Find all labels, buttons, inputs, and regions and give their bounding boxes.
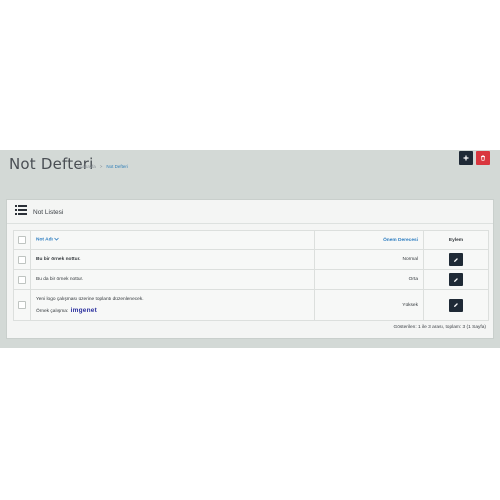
table-header-row: Not Adı Önem Derecesi Eylem — [13, 230, 489, 250]
note-name: Yeni logo çalışması üzerine toplantı düz… — [30, 289, 315, 321]
column-header-action: Eylem — [423, 230, 489, 250]
plus-icon — [463, 155, 469, 161]
list-icon — [15, 205, 27, 215]
app-area: Not Defteri Anasayfa > Not Defteri Not Lis… — [0, 150, 500, 348]
panel-header: Not Listesi — [7, 200, 493, 224]
note-priority: Yüksek — [314, 289, 424, 321]
select-all-checkbox[interactable] — [18, 236, 26, 244]
notes-table: Not Adı Önem Derecesi Eylem Bu bir örnek… — [13, 230, 489, 321]
note-priority: Normal — [314, 249, 424, 270]
row-select-cell — [13, 269, 31, 290]
trash-icon — [481, 155, 485, 161]
row-select-cell — [13, 289, 31, 321]
edit-button[interactable] — [449, 253, 463, 266]
breadcrumb-current[interactable]: Not Defteri — [106, 164, 128, 169]
row-action-cell — [423, 289, 489, 321]
note-example-label: Örnek çalışma: — [36, 308, 69, 314]
edit-button[interactable] — [449, 298, 463, 312]
breadcrumb-home[interactable]: Anasayfa — [77, 164, 96, 169]
row-checkbox[interactable] — [18, 301, 26, 309]
column-header-priority[interactable]: Önem Derecesi — [314, 230, 424, 250]
table-row: Bu da bir örnek nottur. Orta — [13, 269, 489, 290]
row-action-cell — [423, 269, 489, 290]
breadcrumb: Anasayfa > Not Defteri — [77, 164, 128, 169]
edit-button[interactable] — [449, 273, 463, 286]
select-all-cell — [13, 230, 31, 250]
sort-by-priority-link[interactable]: Önem Derecesi — [383, 238, 418, 243]
pencil-icon — [454, 277, 458, 282]
row-select-cell — [13, 249, 31, 270]
imgenet-logo: imgenet — [70, 306, 97, 314]
table-row: Bu bir örnek nottur. Normal — [13, 249, 489, 270]
breadcrumb-separator: > — [99, 164, 103, 169]
pencil-icon — [454, 303, 458, 307]
pagination-summary: Gösterilen: 1 ile 3 arası, toplam: 3 (1 … — [393, 325, 486, 330]
note-text-line: Yeni logo çalışması üzerine toplantı düz… — [36, 296, 144, 302]
row-checkbox[interactable] — [18, 275, 26, 284]
delete-notes-button[interactable] — [476, 151, 490, 165]
note-name: Bu da bir örnek nottur. — [30, 269, 315, 290]
pencil-icon — [454, 257, 458, 262]
sort-by-name-link[interactable]: Not Adı — [36, 238, 53, 243]
panel-title: Not Listesi — [33, 209, 64, 216]
add-note-button[interactable] — [459, 151, 473, 165]
note-list-panel: Not Listesi Not Adı Önem Derecesi Eylem … — [6, 199, 494, 339]
row-checkbox[interactable] — [18, 255, 26, 264]
chevron-down-icon — [54, 238, 59, 241]
row-action-cell — [423, 249, 489, 270]
note-priority: Orta — [314, 269, 424, 290]
column-header-name[interactable]: Not Adı — [30, 230, 315, 250]
note-name: Bu bir örnek nottur. — [30, 249, 315, 270]
note-text-line: Örnek çalışma: imgenet — [36, 307, 314, 314]
table-row: Yeni logo çalışması üzerine toplantı düz… — [13, 289, 489, 321]
